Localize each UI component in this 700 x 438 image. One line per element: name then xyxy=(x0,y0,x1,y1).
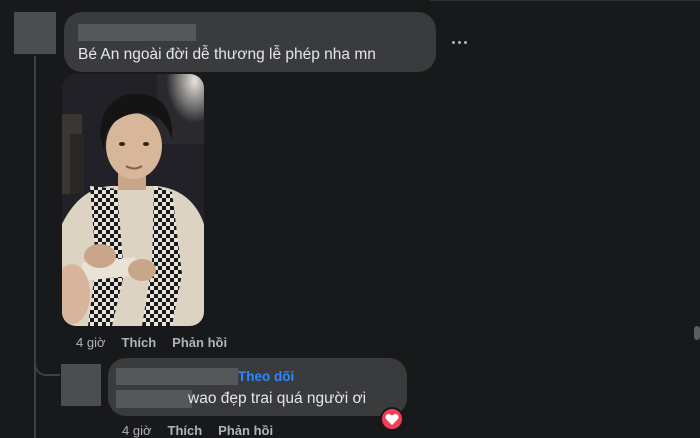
photo-illustration xyxy=(62,74,204,326)
comment-actions: 4 giờ Thích Phản hồi xyxy=(76,335,243,350)
redacted-author-name xyxy=(78,24,196,41)
comment-text: Bé An ngoài đời dễ thương lễ phép nha mn xyxy=(78,46,376,63)
reply-actions: 4 giờ Thích Phản hồi xyxy=(122,423,289,438)
heart-reaction-icon[interactable] xyxy=(380,407,404,431)
reply-bubble: Theo dõi wao đẹp trai quá người ơi xyxy=(108,358,407,416)
reply-button[interactable]: Phản hồi xyxy=(218,423,273,438)
top-divider xyxy=(430,0,700,1)
comment-photo[interactable] xyxy=(62,74,204,326)
avatar[interactable] xyxy=(14,12,56,54)
redacted-text xyxy=(116,390,192,408)
thread-connector-line xyxy=(34,56,36,438)
reply-button[interactable]: Phản hồi xyxy=(172,335,227,350)
more-options-icon[interactable] xyxy=(448,32,470,52)
comment-thread: Bé An ngoài đời dễ thương lễ phép nha mn xyxy=(0,0,700,438)
comment-timestamp[interactable]: 4 giờ xyxy=(122,423,152,438)
reply-connector-curve xyxy=(34,354,60,376)
like-button[interactable]: Thích xyxy=(168,423,203,438)
avatar[interactable] xyxy=(61,364,101,406)
comment-text: wao đẹp trai quá người ơi xyxy=(188,390,367,407)
follow-link[interactable]: Theo dõi xyxy=(238,369,294,384)
redacted-author-name xyxy=(116,368,238,385)
scrollbar-thumb[interactable] xyxy=(694,326,700,340)
comment-timestamp[interactable]: 4 giờ xyxy=(76,335,106,350)
comment-bubble: Bé An ngoài đời dễ thương lễ phép nha mn xyxy=(64,12,436,72)
like-button[interactable]: Thích xyxy=(122,335,157,350)
